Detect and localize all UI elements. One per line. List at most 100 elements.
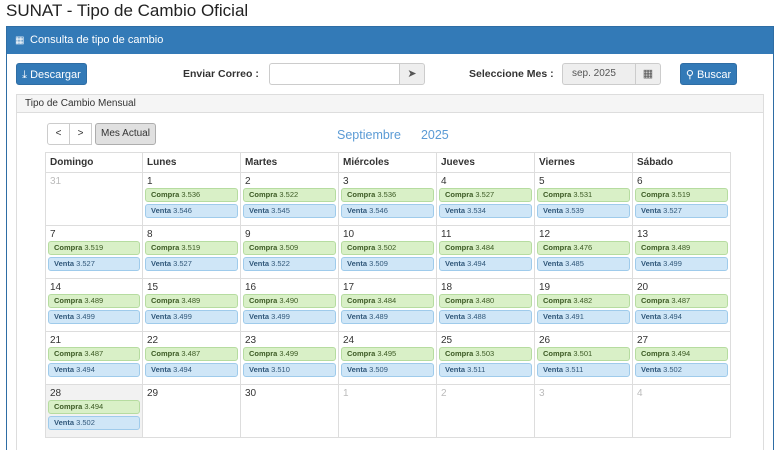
calendar-day-cell[interactable]: 29 — [142, 384, 241, 438]
send-email-button[interactable]: ➤ — [399, 63, 425, 85]
sell-rate-badge: Venta 3.499 — [635, 257, 728, 271]
buy-rate-value: 3.527 — [473, 190, 495, 199]
sell-rate-value: 3.494 — [465, 259, 486, 268]
calendar-day-cell[interactable]: 31 — [45, 172, 143, 226]
panel-header: ▦ Consulta de tipo de cambio — [7, 27, 773, 54]
calendar-day-cell[interactable]: 9 Compra 3.509 Venta 3.522 — [240, 225, 339, 279]
calendar-day-cell[interactable]: 25 Compra 3.503 Venta 3.511 — [436, 331, 535, 385]
sell-rate-label: Venta — [151, 312, 172, 321]
sell-rate-label: Venta — [543, 206, 564, 215]
sell-rate-label: Venta — [543, 365, 564, 374]
buy-rate-label: Compra — [445, 349, 474, 358]
month-picker-button[interactable]: ▦ — [635, 63, 661, 85]
calendar-day-cell[interactable]: 10 Compra 3.502 Venta 3.509 — [338, 225, 437, 279]
sell-rate-badge: Venta 3.489 — [341, 310, 434, 324]
calendar-day-cell[interactable]: 7 Compra 3.519 Venta 3.527 — [45, 225, 143, 279]
buy-rate-value: 3.476 — [571, 243, 593, 252]
calendar-day-cell[interactable]: 21 Compra 3.487 Venta 3.494 — [45, 331, 143, 385]
buy-rate-badge: Compra 3.489 — [635, 241, 728, 255]
month-label: Seleccione Mes : — [469, 68, 554, 80]
calendar-day-cell[interactable]: 28 Compra 3.494 Venta 3.502 — [45, 384, 143, 438]
download-button[interactable]: ⤓ Descargar — [16, 63, 87, 85]
buy-rate-badge: Compra 3.487 — [145, 347, 238, 361]
weekday-header: Martes — [240, 152, 339, 173]
sell-rate-value: 3.539 — [563, 206, 584, 215]
buy-rate-value: 3.509 — [277, 243, 299, 252]
calendar-day-cell[interactable]: 15 Compra 3.489 Venta 3.499 — [142, 278, 241, 332]
calendar-week-row: 14 Compra 3.489 Venta 3.499 15 Compra 3.489 V… — [45, 278, 731, 332]
sell-rate-label: Venta — [543, 312, 564, 321]
calendar-day-cell[interactable]: 8 Compra 3.519 Venta 3.527 — [142, 225, 241, 279]
day-number: 24 — [343, 335, 355, 346]
calendar-day-cell[interactable]: 30 — [240, 384, 339, 438]
calendar-day-cell[interactable]: 23 Compra 3.499 Venta 3.510 — [240, 331, 339, 385]
calendar-day-cell[interactable]: 27 Compra 3.494 Venta 3.502 — [632, 331, 731, 385]
sell-rate-badge: Venta 3.527 — [145, 257, 238, 271]
buy-rate-label: Compra — [347, 349, 376, 358]
buy-rate-badge: Compra 3.536 — [341, 188, 434, 202]
buy-rate-value: 3.519 — [669, 190, 691, 199]
weekday-header-row: Domingo Lunes Martes Miércoles Jueves Viernes… — [45, 152, 731, 173]
calendar-day-cell[interactable]: 16 Compra 3.490 Venta 3.499 — [240, 278, 339, 332]
sell-rate-badge: Venta 3.502 — [635, 363, 728, 377]
calendar-day-cell[interactable]: 19 Compra 3.482 Venta 3.491 — [534, 278, 633, 332]
calendar-day-cell[interactable]: 1 Compra 3.536 Venta 3.546 — [142, 172, 241, 226]
weekday-header: Sábado — [632, 152, 731, 173]
calendar-day-cell[interactable]: 20 Compra 3.487 Venta 3.494 — [632, 278, 731, 332]
buy-rate-value: 3.489 — [82, 296, 104, 305]
sell-rate-badge: Venta 3.502 — [48, 416, 140, 430]
month-field[interactable]: sep. 2025 — [562, 63, 635, 85]
buy-rate-label: Compra — [151, 296, 180, 305]
sell-rate-badge: Venta 3.499 — [243, 310, 336, 324]
buy-rate-badge: Compra 3.503 — [439, 347, 532, 361]
calendar-day-cell[interactable]: 24 Compra 3.495 Venta 3.509 — [338, 331, 437, 385]
sell-rate-label: Venta — [347, 365, 368, 374]
buy-rate-value: 3.484 — [473, 243, 495, 252]
buy-rate-value: 3.489 — [179, 296, 201, 305]
calendar-day-cell[interactable]: 3 Compra 3.536 Venta 3.546 — [338, 172, 437, 226]
calendar-day-cell[interactable]: 2 — [436, 384, 535, 438]
calendar-day-cell[interactable]: 14 Compra 3.489 Venta 3.499 — [45, 278, 143, 332]
calendar-day-cell[interactable]: 22 Compra 3.487 Venta 3.494 — [142, 331, 241, 385]
sell-rate-badge: Venta 3.527 — [48, 257, 140, 271]
sell-rate-label: Venta — [641, 365, 662, 374]
buy-rate-value: 3.531 — [571, 190, 593, 199]
current-month-button[interactable]: Mes Actual — [95, 123, 156, 145]
calendar-day-cell[interactable]: 26 Compra 3.501 Venta 3.511 — [534, 331, 633, 385]
buy-rate-label: Compra — [249, 190, 278, 199]
sell-rate-label: Venta — [249, 206, 270, 215]
calendar-day-cell[interactable]: 6 Compra 3.519 Venta 3.527 — [632, 172, 731, 226]
search-button[interactable]: ⚲ Buscar — [680, 63, 737, 85]
buy-rate-badge: Compra 3.487 — [48, 347, 140, 361]
sell-rate-value: 3.499 — [269, 312, 290, 321]
sell-rate-value: 3.546 — [367, 206, 388, 215]
buy-rate-label: Compra — [641, 296, 670, 305]
sell-rate-label: Venta — [347, 312, 368, 321]
calendar-day-cell[interactable]: 5 Compra 3.531 Venta 3.539 — [534, 172, 633, 226]
calendar-day-cell[interactable]: 12 Compra 3.476 Venta 3.485 — [534, 225, 633, 279]
day-number: 16 — [245, 282, 257, 293]
calendar-day-cell[interactable]: 2 Compra 3.522 Venta 3.545 — [240, 172, 339, 226]
buy-rate-label: Compra — [151, 349, 180, 358]
buy-rate-badge: Compra 3.531 — [537, 188, 630, 202]
calendar-day-cell[interactable]: 1 — [338, 384, 437, 438]
buy-rate-value: 3.487 — [82, 349, 104, 358]
calendar-day-cell[interactable]: 4 — [632, 384, 731, 438]
prev-month-button[interactable]: < — [47, 123, 70, 145]
calendar-day-cell[interactable]: 18 Compra 3.480 Venta 3.488 — [436, 278, 535, 332]
calendar-day-cell[interactable]: 4 Compra 3.527 Venta 3.534 — [436, 172, 535, 226]
sell-rate-value: 3.527 — [661, 206, 682, 215]
calendar-day-cell[interactable]: 11 Compra 3.484 Venta 3.494 — [436, 225, 535, 279]
sell-rate-badge: Venta 3.488 — [439, 310, 532, 324]
calendar-day-cell[interactable]: 17 Compra 3.484 Venta 3.489 — [338, 278, 437, 332]
next-month-button[interactable]: > — [69, 123, 92, 145]
email-field[interactable] — [269, 63, 399, 85]
day-number: 2 — [245, 176, 251, 187]
day-number: 28 — [50, 388, 62, 399]
day-number: 22 — [147, 335, 159, 346]
sell-rate-value: 3.511 — [465, 365, 486, 374]
calendar-week-row: 21 Compra 3.487 Venta 3.494 22 Compra 3.487 V… — [45, 331, 731, 385]
buy-rate-badge: Compra 3.482 — [537, 294, 630, 308]
calendar-day-cell[interactable]: 13 Compra 3.489 Venta 3.499 — [632, 225, 731, 279]
calendar-day-cell[interactable]: 3 — [534, 384, 633, 438]
